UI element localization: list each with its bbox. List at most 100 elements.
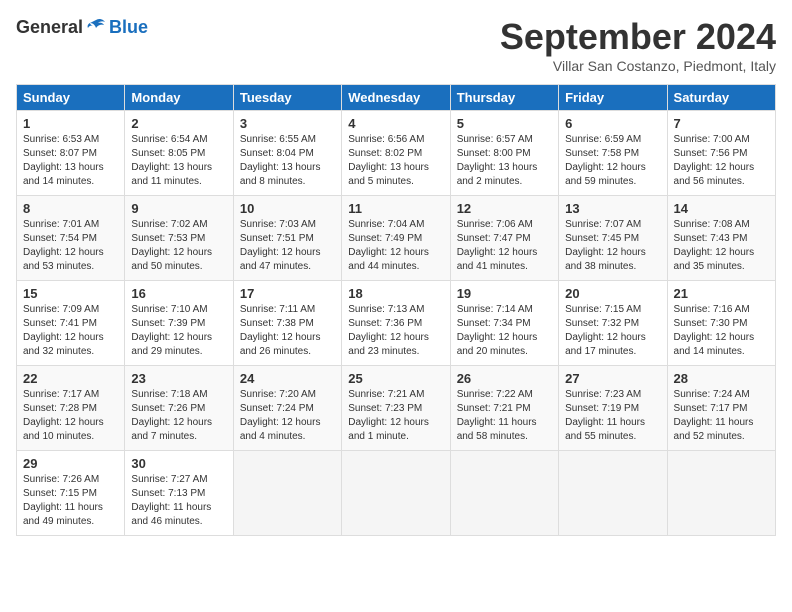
day-number: 8: [23, 201, 118, 216]
calendar-day-cell: 8 Sunrise: 7:01 AMSunset: 7:54 PMDaylight…: [17, 196, 125, 281]
logo-blue-text: Blue: [109, 17, 148, 38]
calendar-day-cell: 29 Sunrise: 7:26 AMSunset: 7:15 PMDayligh…: [17, 451, 125, 536]
calendar-day-cell: 16 Sunrise: 7:10 AMSunset: 7:39 PMDayligh…: [125, 281, 233, 366]
day-info: Sunrise: 7:20 AMSunset: 7:24 PMDaylight:…: [240, 389, 321, 442]
calendar-day-cell: 7 Sunrise: 7:00 AMSunset: 7:56 PMDaylight…: [667, 111, 775, 196]
day-number: 30: [131, 456, 226, 471]
header-day-friday: Friday: [559, 85, 667, 111]
calendar-header-row: SundayMondayTuesdayWednesdayThursdayFrid…: [17, 85, 776, 111]
day-number: 27: [565, 371, 660, 386]
calendar-day-cell: 13 Sunrise: 7:07 AMSunset: 7:45 PMDayligh…: [559, 196, 667, 281]
calendar-day-cell: [233, 451, 341, 536]
logo-bird-icon: [85, 16, 107, 38]
day-number: 4: [348, 116, 443, 131]
calendar-day-cell: 1 Sunrise: 6:53 AMSunset: 8:07 PMDaylight…: [17, 111, 125, 196]
day-info: Sunrise: 7:17 AMSunset: 7:28 PMDaylight:…: [23, 389, 104, 442]
day-number: 16: [131, 286, 226, 301]
calendar-day-cell: 11Sunrise: 7:04 AMSunset: 7:49 PMDayligh…: [342, 196, 450, 281]
calendar-day-cell: 17Sunrise: 7:11 AMSunset: 7:38 PMDayligh…: [233, 281, 341, 366]
calendar-day-cell: 12 Sunrise: 7:06 AMSunset: 7:47 PMDayligh…: [450, 196, 558, 281]
day-number: 25: [348, 371, 443, 386]
day-info: Sunrise: 7:07 AMSunset: 7:45 PMDaylight:…: [565, 219, 646, 272]
month-title: September 2024: [500, 16, 776, 58]
calendar-day-cell: [450, 451, 558, 536]
day-number: 28: [674, 371, 769, 386]
day-info: Sunrise: 7:06 AMSunset: 7:47 PMDaylight:…: [457, 219, 538, 272]
day-number: 1: [23, 116, 118, 131]
day-info: Sunrise: 7:03 AMSunset: 7:51 PMDaylight:…: [240, 219, 321, 272]
calendar-day-cell: 26 Sunrise: 7:22 AMSunset: 7:21 PMDayligh…: [450, 366, 558, 451]
day-number: 9: [131, 201, 226, 216]
calendar-day-cell: 14 Sunrise: 7:08 AMSunset: 7:43 PMDayligh…: [667, 196, 775, 281]
day-number: 6: [565, 116, 660, 131]
header-day-sunday: Sunday: [17, 85, 125, 111]
day-number: 10: [240, 201, 335, 216]
day-number: 22: [23, 371, 118, 386]
header-day-saturday: Saturday: [667, 85, 775, 111]
day-number: 3: [240, 116, 335, 131]
day-info: Sunrise: 7:01 AMSunset: 7:54 PMDaylight:…: [23, 219, 104, 272]
day-info: Sunrise: 7:18 AMSunset: 7:26 PMDaylight:…: [131, 389, 212, 442]
calendar-day-cell: 10 Sunrise: 7:03 AMSunset: 7:51 PMDayligh…: [233, 196, 341, 281]
day-number: 17: [240, 286, 335, 301]
calendar-day-cell: 5Sunrise: 6:57 AMSunset: 8:00 PMDaylight…: [450, 111, 558, 196]
day-number: 13: [565, 201, 660, 216]
calendar-day-cell: 24 Sunrise: 7:20 AMSunset: 7:24 PMDayligh…: [233, 366, 341, 451]
day-info: Sunrise: 7:23 AMSunset: 7:19 PMDaylight:…: [565, 389, 645, 442]
calendar-day-cell: 30 Sunrise: 7:27 AMSunset: 7:13 PMDayligh…: [125, 451, 233, 536]
day-number: 29: [23, 456, 118, 471]
calendar-table: SundayMondayTuesdayWednesdayThursdayFrid…: [16, 84, 776, 536]
day-number: 26: [457, 371, 552, 386]
calendar-day-cell: 2Sunrise: 6:54 AMSunset: 8:05 PMDaylight…: [125, 111, 233, 196]
calendar-day-cell: 20 Sunrise: 7:15 AMSunset: 7:32 PMDayligh…: [559, 281, 667, 366]
calendar-day-cell: 3 Sunrise: 6:55 AMSunset: 8:04 PMDaylight…: [233, 111, 341, 196]
calendar-week-row: 29 Sunrise: 7:26 AMSunset: 7:15 PMDayligh…: [17, 451, 776, 536]
day-info: Sunrise: 7:02 AMSunset: 7:53 PMDaylight:…: [131, 219, 212, 272]
page-header: General Blue September 2024 Villar San C…: [16, 16, 776, 74]
title-section: September 2024 Villar San Costanzo, Pied…: [500, 16, 776, 74]
day-number: 12: [457, 201, 552, 216]
day-info: Sunrise: 6:57 AMSunset: 8:00 PMDaylight:…: [457, 134, 538, 187]
day-number: 15: [23, 286, 118, 301]
day-info: Sunrise: 6:55 AMSunset: 8:04 PMDaylight:…: [240, 134, 321, 187]
day-number: 14: [674, 201, 769, 216]
day-info: Sunrise: 6:53 AMSunset: 8:07 PMDaylight:…: [23, 134, 104, 187]
calendar-day-cell: 21Sunrise: 7:16 AMSunset: 7:30 PMDayligh…: [667, 281, 775, 366]
day-number: 21: [674, 286, 769, 301]
calendar-day-cell: 28Sunrise: 7:24 AMSunset: 7:17 PMDayligh…: [667, 366, 775, 451]
calendar-day-cell: 19 Sunrise: 7:14 AMSunset: 7:34 PMDayligh…: [450, 281, 558, 366]
day-info: Sunrise: 7:10 AMSunset: 7:39 PMDaylight:…: [131, 304, 212, 357]
header-day-monday: Monday: [125, 85, 233, 111]
calendar-week-row: 8 Sunrise: 7:01 AMSunset: 7:54 PMDaylight…: [17, 196, 776, 281]
calendar-day-cell: 6 Sunrise: 6:59 AMSunset: 7:58 PMDaylight…: [559, 111, 667, 196]
day-info: Sunrise: 7:09 AMSunset: 7:41 PMDaylight:…: [23, 304, 104, 357]
day-info: Sunrise: 7:00 AMSunset: 7:56 PMDaylight:…: [674, 134, 755, 187]
day-number: 19: [457, 286, 552, 301]
day-info: Sunrise: 7:27 AMSunset: 7:13 PMDaylight:…: [131, 474, 211, 527]
header-day-wednesday: Wednesday: [342, 85, 450, 111]
day-info: Sunrise: 6:59 AMSunset: 7:58 PMDaylight:…: [565, 134, 646, 187]
day-number: 24: [240, 371, 335, 386]
day-number: 11: [348, 201, 443, 216]
location-text: Villar San Costanzo, Piedmont, Italy: [500, 58, 776, 74]
day-info: Sunrise: 6:54 AMSunset: 8:05 PMDaylight:…: [131, 134, 212, 187]
calendar-week-row: 1 Sunrise: 6:53 AMSunset: 8:07 PMDaylight…: [17, 111, 776, 196]
calendar-day-cell: 27 Sunrise: 7:23 AMSunset: 7:19 PMDayligh…: [559, 366, 667, 451]
calendar-day-cell: 23Sunrise: 7:18 AMSunset: 7:26 PMDayligh…: [125, 366, 233, 451]
day-info: Sunrise: 7:22 AMSunset: 7:21 PMDaylight:…: [457, 389, 537, 442]
day-number: 7: [674, 116, 769, 131]
day-info: Sunrise: 7:15 AMSunset: 7:32 PMDaylight:…: [565, 304, 646, 357]
day-number: 20: [565, 286, 660, 301]
day-info: Sunrise: 7:13 AMSunset: 7:36 PMDaylight:…: [348, 304, 429, 357]
calendar-day-cell: 15 Sunrise: 7:09 AMSunset: 7:41 PMDayligh…: [17, 281, 125, 366]
calendar-day-cell: [667, 451, 775, 536]
day-info: Sunrise: 7:14 AMSunset: 7:34 PMDaylight:…: [457, 304, 538, 357]
logo-general-text: General: [16, 17, 83, 38]
day-info: Sunrise: 7:08 AMSunset: 7:43 PMDaylight:…: [674, 219, 755, 272]
calendar-day-cell: 9 Sunrise: 7:02 AMSunset: 7:53 PMDaylight…: [125, 196, 233, 281]
logo: General Blue: [16, 16, 148, 38]
calendar-day-cell: [559, 451, 667, 536]
day-number: 18: [348, 286, 443, 301]
day-info: Sunrise: 7:26 AMSunset: 7:15 PMDaylight:…: [23, 474, 103, 527]
day-info: Sunrise: 6:56 AMSunset: 8:02 PMDaylight:…: [348, 134, 429, 187]
